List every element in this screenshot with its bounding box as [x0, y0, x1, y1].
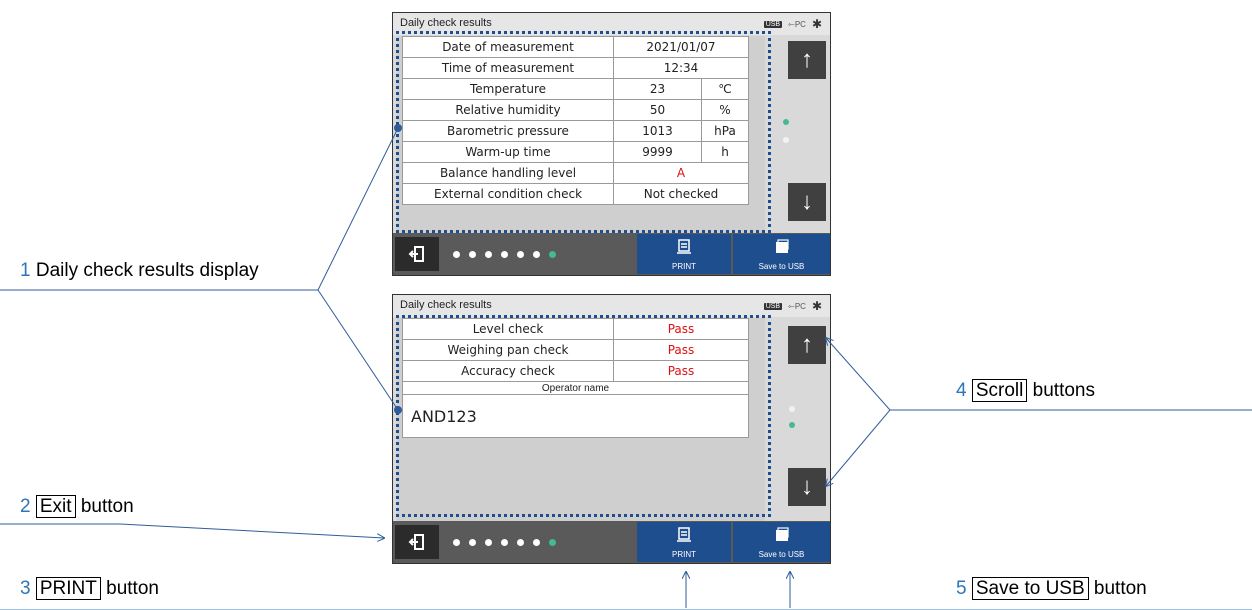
callout-scroll-buttons: 4 Scroll buttons — [956, 379, 1095, 402]
callout-results-display: 1 Daily check results display — [20, 260, 259, 281]
callout-print-button: 3 PRINT button — [20, 577, 159, 600]
leader-lines — [0, 124, 1252, 610]
callout-exit-button: 2 Exit button — [20, 495, 134, 518]
callout-save-to-usb-button: 5 Save to USB button — [956, 577, 1147, 600]
